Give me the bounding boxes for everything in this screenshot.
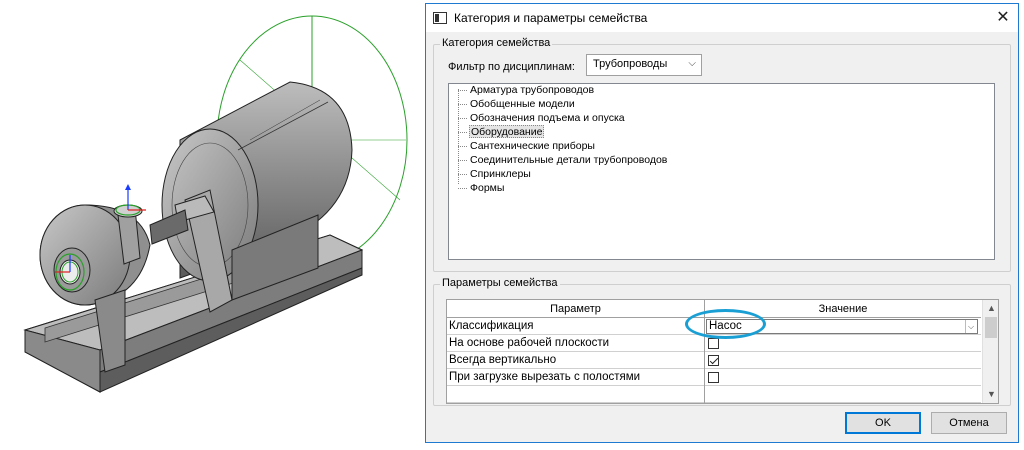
parameter-value-cell: Насос ⌵ — [705, 318, 981, 335]
column-header-value[interactable]: Значение — [705, 300, 981, 318]
cancel-button[interactable]: Отмена — [931, 412, 1007, 434]
work-plane-based-checkbox[interactable] — [708, 338, 719, 349]
cut-with-voids-checkbox[interactable] — [708, 372, 719, 383]
family-parameters-group: Параметры семейства Параметр Значение Кл… — [433, 277, 1011, 406]
category-item[interactable]: Арматура трубопроводов — [469, 84, 595, 97]
always-vertical-checkbox[interactable] — [708, 355, 719, 366]
parameter-row-partial — [447, 386, 981, 403]
category-tree-list[interactable]: Арматура трубопроводов Обобщенные модели… — [448, 83, 995, 260]
parameter-row: На основе рабочей плоскости — [447, 335, 981, 352]
model-viewport[interactable] — [0, 0, 425, 450]
dialog-title: Категория и параметры семейства — [454, 11, 648, 25]
parameter-value-cell — [705, 335, 981, 352]
pump-3d-model — [23, 15, 408, 393]
discipline-filter-label: Фильтр по дисциплинам: — [448, 61, 575, 73]
ok-button[interactable]: OK — [845, 412, 921, 434]
discipline-filter-value: Трубопроводы — [593, 58, 668, 70]
dialog-titlebar[interactable]: Категория и параметры семейства ✕ — [426, 4, 1018, 32]
parameter-value-cell — [705, 352, 981, 369]
category-item[interactable]: Спринклеры — [469, 168, 532, 181]
classification-combo[interactable]: Насос ⌵ — [706, 319, 978, 334]
scroll-down-icon[interactable]: ▼ — [983, 386, 998, 402]
category-item[interactable]: Сантехнические приборы — [469, 140, 596, 153]
category-item-selected[interactable]: Оборудование — [469, 125, 545, 138]
column-header-parameter[interactable]: Параметр — [447, 300, 705, 318]
discipline-filter-select[interactable]: Трубопроводы ⌵ — [586, 54, 702, 76]
category-item[interactable]: Обобщенные модели — [469, 98, 576, 111]
parameter-row: При загрузке вырезать с полостями — [447, 369, 981, 386]
parameter-name: Классификация — [447, 318, 705, 335]
parameter-name: На основе рабочей плоскости — [447, 335, 705, 352]
category-item[interactable]: Соединительные детали трубопроводов — [469, 154, 668, 167]
category-item[interactable]: Формы — [469, 182, 505, 195]
family-editor-icon — [433, 12, 447, 24]
family-category-dialog: Категория и параметры семейства ✕ Катего… — [425, 3, 1019, 443]
category-item[interactable]: Обозначения подъема и опуска — [469, 112, 626, 125]
chevron-down-icon[interactable]: ⌵ — [965, 320, 976, 333]
family-parameters-legend: Параметры семейства — [440, 277, 560, 289]
parameter-row: Всегда вертикально — [447, 352, 981, 369]
parameter-row: Классификация Насос ⌵ — [447, 318, 981, 335]
close-icon[interactable]: ✕ — [990, 5, 1016, 31]
parameter-name-partial — [447, 386, 705, 403]
chevron-down-icon: ⌵ — [688, 58, 696, 69]
family-category-group: Категория семейства Фильтр по дисциплина… — [433, 37, 1011, 272]
parameter-value-cell — [705, 386, 981, 403]
parameter-name: Всегда вертикально — [447, 352, 705, 369]
grid-scrollbar[interactable]: ▲ ▼ — [982, 300, 998, 403]
parameter-name: При загрузке вырезать с полостями — [447, 369, 705, 386]
parameters-grid: Параметр Значение Классификация Насос ⌵ … — [446, 299, 999, 404]
classification-value: Насос — [709, 320, 742, 332]
scroll-up-icon[interactable]: ▲ — [983, 300, 998, 316]
family-category-legend: Категория семейства — [440, 37, 553, 49]
scroll-thumb[interactable] — [985, 317, 997, 338]
parameter-value-cell — [705, 369, 981, 386]
